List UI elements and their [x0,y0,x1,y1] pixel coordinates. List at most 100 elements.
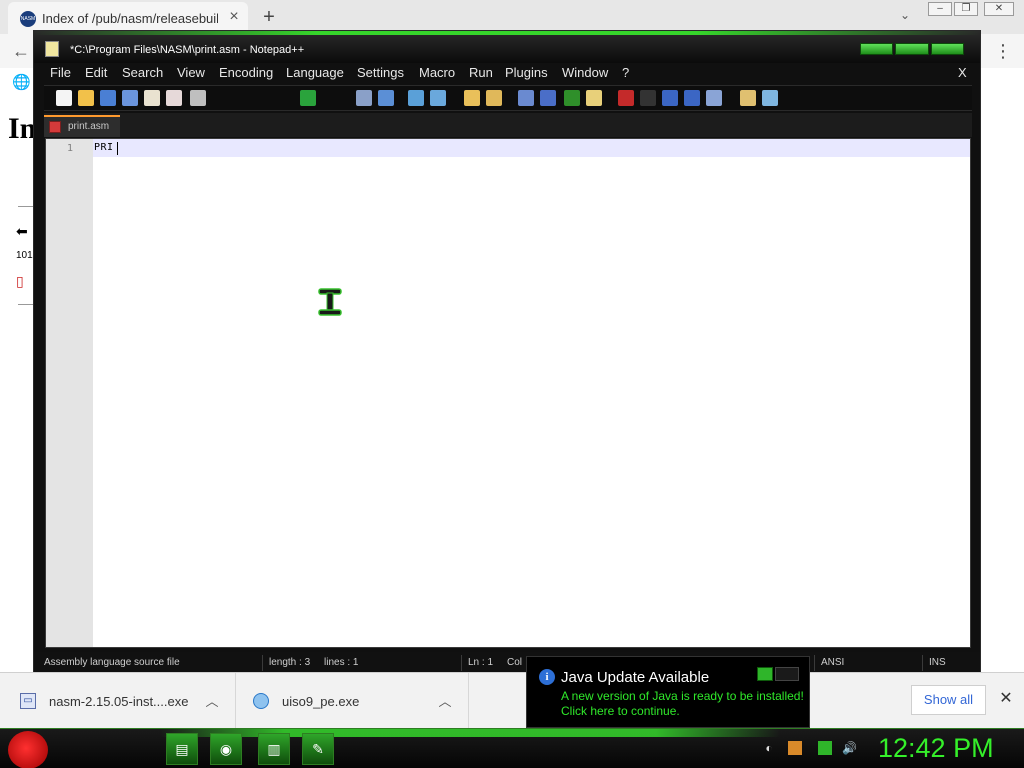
notepadpp-titlebar[interactable]: *C:\Program Files\NASM\print.asm - Notep… [34,31,980,63]
minimize-button[interactable]: – [928,2,952,16]
text-caret [117,142,118,155]
download-filename: uiso9_pe.exe [282,694,360,709]
globe-icon[interactable]: 🌐 [12,74,31,92]
new-file-icon[interactable] [56,90,72,106]
java-tray-icon[interactable] [788,741,802,755]
find-icon[interactable] [356,90,372,106]
download-item[interactable]: uiso9_pe.exe ︿ [237,673,469,729]
download-filename: nasm-2.15.05-inst....exe [49,694,189,709]
downloads-bar: ▭ nasm-2.15.05-inst....exe ︿ uiso9_pe.ex… [0,672,1024,729]
menu-view[interactable]: View [177,65,205,80]
word-wrap-icon[interactable] [518,90,534,106]
unsaved-file-icon [49,121,61,133]
line-number-gutter: 1 [46,139,93,647]
notification-link[interactable]: Click here to continue. [561,704,680,718]
browser-menu-button[interactable]: ⋮ [994,40,1012,62]
current-line-highlight [93,139,970,157]
close-window-button[interactable]: ✕ [984,2,1014,16]
window-title: *C:\Program Files\NASM\print.asm - Notep… [70,44,305,56]
chrome-icon[interactable]: ◉ [210,733,242,765]
menu-window[interactable]: Window [562,65,608,80]
redo-icon[interactable] [300,90,316,106]
taskbar-glow [160,729,780,737]
menu-help[interactable]: ? [622,65,629,80]
sync-horizontal-icon[interactable] [486,90,502,106]
save-macro-icon[interactable] [706,90,722,106]
show-all-chars-icon[interactable] [540,90,556,106]
start-button[interactable] [8,731,48,768]
folder-workspace-icon[interactable] [740,90,756,106]
close-document-button[interactable]: X [958,65,967,80]
divider [18,206,34,207]
spell-check-icon[interactable] [762,90,778,106]
java-update-notification[interactable]: i Java Update Available A new version of… [526,656,810,728]
toolbar [44,85,972,111]
ibeam-cursor-icon [318,288,342,316]
browser-tab-title: Index of /pub/nasm/releasebuilds [42,11,218,26]
status-bar: Assembly language source file length : 3… [34,652,980,674]
download-item[interactable]: ▭ nasm-2.15.05-inst....exe ︿ [0,673,236,729]
run-macro-multiple-icon[interactable] [684,90,700,106]
notepadpp-window: *C:\Program Files\NASM\print.asm - Notep… [33,30,981,682]
menu-macro[interactable]: Macro [419,65,455,80]
replace-icon[interactable] [378,90,394,106]
tab-print-asm[interactable]: print.asm [44,115,120,137]
open-file-icon[interactable] [78,90,94,106]
indent-guide-icon[interactable] [564,90,580,106]
notification-close-button[interactable] [775,667,799,681]
editor-area[interactable]: 1 PRI [45,138,971,648]
zoom-in-icon[interactable] [408,90,424,106]
editor-text[interactable]: PRI [94,142,114,153]
record-macro-icon[interactable] [618,90,634,106]
restore-button[interactable]: ❐ [954,2,978,16]
status-lines: lines : 1 [324,657,359,668]
close-tab-icon[interactable]: × [226,9,242,25]
save-icon[interactable] [100,90,116,106]
new-tab-button[interactable]: + [258,6,280,28]
close-all-icon[interactable] [166,90,182,106]
chevron-up-icon[interactable]: ︿ [204,691,220,709]
display-tray-icon[interactable] [818,741,832,755]
tab-search-icon[interactable]: ⌄ [896,8,914,26]
menu-edit[interactable]: Edit [85,65,107,80]
menu-file[interactable]: File [50,65,71,80]
minimize-button[interactable] [860,43,894,55]
zoom-out-icon[interactable] [430,90,446,106]
menu-plugins[interactable]: Plugins [505,65,548,80]
menu-encoding[interactable]: Encoding [219,65,273,80]
browser-tabstrip: NASM Index of /pub/nasm/releasebuilds × … [0,0,1024,34]
save-all-icon[interactable] [122,90,138,106]
print-icon[interactable] [190,90,206,106]
close-file-icon[interactable] [144,90,160,106]
taskbar: ▤ ◉ ▥ ✎ ◐ 🔊 12:42 PM [0,728,1024,768]
maximize-button[interactable] [895,43,929,55]
installer-icon: ▭ [20,693,36,709]
menu-search[interactable]: Search [122,65,163,80]
back-button[interactable]: ← [10,40,32,62]
notification-title: Java Update Available [561,669,710,686]
chevron-up-icon[interactable]: ︿ [437,691,453,709]
close-downloads-bar-icon[interactable]: ✕ [996,688,1016,710]
menu-run[interactable]: Run [469,65,493,80]
file-icon: ▯ [16,273,24,289]
play-macro-icon[interactable] [662,90,678,106]
show-all-button[interactable]: Show all [911,685,986,715]
taskbar-clock[interactable]: 12:42 PM [878,733,994,764]
document-tabbar: print.asm [44,113,972,137]
menu-language[interactable]: Language [286,65,344,80]
folder-icon[interactable]: ▤ [166,733,198,765]
volume-icon[interactable]: 🔊 [842,741,857,755]
notepad-icon[interactable]: ▥ [258,733,290,765]
info-icon: i [539,669,555,685]
pin-icon[interactable] [757,667,773,681]
menu-settings[interactable]: Settings [357,65,404,80]
close-button[interactable] [930,43,964,55]
stop-macro-icon[interactable] [640,90,656,106]
menu-bar: File Edit Search View Encoding Language … [44,65,972,83]
status-encoding: ANSI [814,655,904,671]
notification-message[interactable]: A new version of Java is ready to be ins… [561,689,804,703]
notepadpp-icon[interactable]: ✎ [302,733,334,765]
language-icon[interactable] [586,90,602,106]
tray-network-icon[interactable]: ◐ [762,741,776,755]
sync-vertical-icon[interactable] [464,90,480,106]
